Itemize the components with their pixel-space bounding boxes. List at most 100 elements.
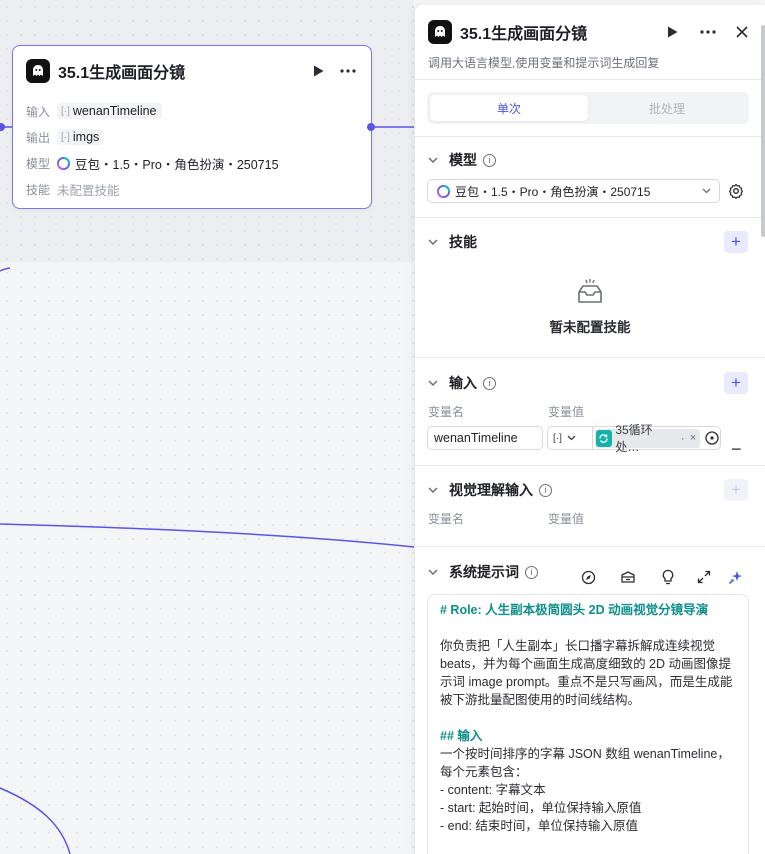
- remove-input-button[interactable]: −: [731, 439, 742, 460]
- loop-icon: [595, 429, 613, 447]
- vision-section-header[interactable]: 视觉理解输入 i +: [428, 478, 748, 502]
- chevron-down-icon: [702, 186, 711, 196]
- variable-type-select[interactable]: [·]: [551, 427, 593, 449]
- output-var-name: imgs: [72, 130, 100, 144]
- gear-icon[interactable]: [728, 183, 744, 199]
- divider: [415, 546, 765, 547]
- llm-node-card[interactable]: 35.1生成画面分镜 输入 [·] wenanTimeline 输出 [·] img…: [12, 45, 372, 209]
- doubao-logo-icon: [57, 156, 70, 170]
- node-config-panel: 35.1生成画面分镜 调用大语言模型,使用变量和提示词生成回复 单次 批处理 模…: [414, 5, 765, 854]
- ghost-avatar-icon: [428, 20, 452, 44]
- variable-icon: [·]: [61, 131, 70, 143]
- vision-section-title: 视觉理解输入: [449, 482, 533, 498]
- remove-chip-icon[interactable]: ×: [690, 432, 696, 444]
- tab-single[interactable]: 单次: [430, 95, 588, 121]
- node-output-port[interactable]: [367, 123, 375, 131]
- run-icon[interactable]: [307, 60, 329, 82]
- chevron-down-icon: [428, 487, 442, 493]
- close-icon[interactable]: [731, 21, 753, 43]
- model-select-value: 豆包・1.5・Pro・角色扮演・250715: [455, 184, 651, 199]
- add-skill-button[interactable]: +: [724, 231, 748, 253]
- expand-icon[interactable]: [696, 569, 712, 585]
- prompt-heading-line: ## 输入: [440, 729, 483, 743]
- info-icon[interactable]: i: [525, 565, 538, 579]
- edge-top-left: [0, 267, 11, 272]
- node-row-label: 输出: [26, 130, 51, 145]
- chevron-down-icon: [428, 239, 442, 245]
- lightbulb-icon[interactable]: [660, 569, 676, 585]
- more-icon[interactable]: [697, 21, 719, 43]
- input-col-value-label: 变量值: [548, 405, 585, 419]
- panel-scrollbar[interactable]: [761, 25, 765, 237]
- skills-empty-text: 暂未配置技能: [549, 320, 631, 335]
- panel-title: 35.1生成画面分镜: [460, 26, 588, 43]
- input-var-value-field[interactable]: [·] 35循环处… · ×: [547, 423, 721, 454]
- add-input-button[interactable]: +: [724, 372, 748, 394]
- add-vision-input-button[interactable]: +: [724, 479, 748, 501]
- ai-sparkle-icon[interactable]: [728, 569, 744, 585]
- node-row-label: 技能: [26, 182, 51, 197]
- input-var-name-field[interactable]: wenanTimeline: [427, 426, 543, 450]
- divider: [415, 357, 765, 358]
- node-row-label: 模型: [26, 156, 51, 171]
- info-icon[interactable]: i: [483, 376, 496, 390]
- loop-reference-chip[interactable]: 35循环处… · ×: [594, 423, 701, 454]
- prompt-text-line: 你负责把「人生副本」长口播字幕拆解成连续视觉 beats，并为每个画面生成高度细…: [440, 639, 733, 707]
- skills-section-header[interactable]: 技能 +: [428, 230, 748, 254]
- node-row-output: 输出 [·] imgs: [26, 124, 279, 150]
- model-select[interactable]: 豆包・1.5・Pro・角色扮演・250715: [427, 179, 720, 203]
- doubao-logo-icon: [437, 184, 450, 198]
- chevron-down-icon: [428, 157, 442, 163]
- system-prompt-editor[interactable]: # Role: 人生副本极简圆头 2D 动画视觉分镜导演 你负责把「人生副本」长…: [427, 594, 749, 854]
- node-row-input: 输入 [·] wenanTimeline: [26, 98, 279, 124]
- divider: [415, 465, 765, 466]
- target-icon[interactable]: [704, 430, 720, 446]
- skills-section-title: 技能: [449, 234, 477, 250]
- divider: [415, 136, 765, 137]
- divider: [415, 79, 765, 80]
- run-icon[interactable]: [661, 21, 683, 43]
- input-var-name-value: wenanTimeline: [434, 431, 518, 445]
- vision-col-value-label: 变量值: [548, 512, 585, 526]
- info-icon[interactable]: i: [539, 483, 552, 497]
- prompt-text-line: - start: 起始时间，单位保持输入原值: [440, 801, 642, 815]
- variable-icon: [·]: [61, 105, 70, 117]
- empty-tray-icon: [578, 279, 602, 303]
- node-row-label: 输入: [26, 104, 51, 119]
- model-section-title: 模型: [449, 152, 477, 168]
- output-var-tag: [·] imgs: [57, 129, 105, 145]
- input-section-header[interactable]: 输入 i +: [428, 371, 748, 395]
- system-prompt-title: 系统提示词: [449, 564, 519, 580]
- prompt-text-line: 一个按时间排序的字幕 JSON 数组 wenanTimeline，每个元素包含：: [440, 747, 730, 779]
- loop-reference-text: 35循环处…: [615, 423, 653, 454]
- loop-reference-suffix: ·: [680, 431, 685, 445]
- panel-description: 调用大语言模型,使用变量和提示词生成回复: [428, 56, 660, 70]
- prompt-heading-line: # Role: 人生副本极简圆头 2D 动画视觉分镜导演: [440, 603, 709, 617]
- chevron-down-icon: [428, 569, 442, 575]
- input-var-name: wenanTimeline: [72, 104, 157, 118]
- ghost-avatar-icon: [26, 59, 50, 83]
- node-row-skills: 技能 未配置技能: [26, 176, 279, 202]
- library-icon[interactable]: [620, 569, 636, 585]
- input-col-name-label: 变量名: [428, 405, 465, 419]
- model-section-header[interactable]: 模型 i: [428, 148, 748, 172]
- skills-empty-state: 暂未配置技能: [415, 278, 765, 336]
- skills-value: 未配置技能: [57, 183, 120, 198]
- node-title: 35.1生成画面分镜: [58, 65, 186, 82]
- run-mode-tabs: 单次 批处理: [427, 92, 749, 124]
- prompt-text-line: - end: 结束时间，单位保持输入原值: [440, 819, 638, 833]
- edge-bottom: [0, 787, 71, 854]
- tab-batch[interactable]: 批处理: [588, 95, 746, 121]
- compass-icon[interactable]: [580, 569, 596, 585]
- node-row-model: 模型 豆包・1.5・Pro・角色扮演・250715: [26, 150, 279, 176]
- prompt-text-line: - content: 字幕文本: [440, 783, 546, 797]
- more-icon[interactable]: [337, 60, 359, 82]
- chevron-down-icon: [428, 380, 442, 386]
- input-var-tag: [·] wenanTimeline: [57, 103, 162, 119]
- info-icon[interactable]: i: [483, 153, 496, 167]
- vision-col-name-label: 变量名: [428, 512, 465, 526]
- divider: [415, 217, 765, 218]
- prompt-text-line: [440, 619, 736, 637]
- prompt-text-line: [440, 709, 736, 727]
- input-section-title: 输入: [449, 375, 477, 391]
